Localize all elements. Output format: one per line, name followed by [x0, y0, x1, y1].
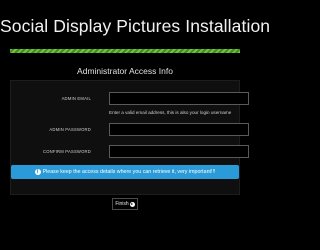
admin-password-input[interactable]: [109, 123, 249, 136]
admin-email-help: Enter a valid email address, this is als…: [109, 110, 232, 115]
info-alert: i Please keep the access details where y…: [11, 165, 239, 179]
admin-password-label: ADMIN PASSWORD: [49, 127, 91, 132]
confirm-password-input[interactable]: [109, 145, 249, 158]
info-icon: i: [34, 169, 41, 175]
arrow-right-circle-icon: ▸: [129, 201, 135, 207]
install-progress-bar: [10, 49, 240, 53]
finish-button-label: Finish: [115, 201, 129, 207]
finish-button[interactable]: Finish ▸: [112, 198, 138, 210]
admin-email-label: ADMIN EMAIL: [61, 96, 91, 101]
confirm-password-label: CONFIRM PASSWORD: [42, 149, 91, 154]
info-alert-text: Please keep the access details where you…: [42, 169, 216, 175]
section-heading: Administrator Access Info: [77, 66, 173, 76]
access-form-panel: ADMIN EMAIL Enter a valid email address,…: [10, 80, 249, 195]
page-title: Social Display Pictures Installation: [0, 16, 271, 36]
admin-email-input[interactable]: [109, 92, 249, 105]
